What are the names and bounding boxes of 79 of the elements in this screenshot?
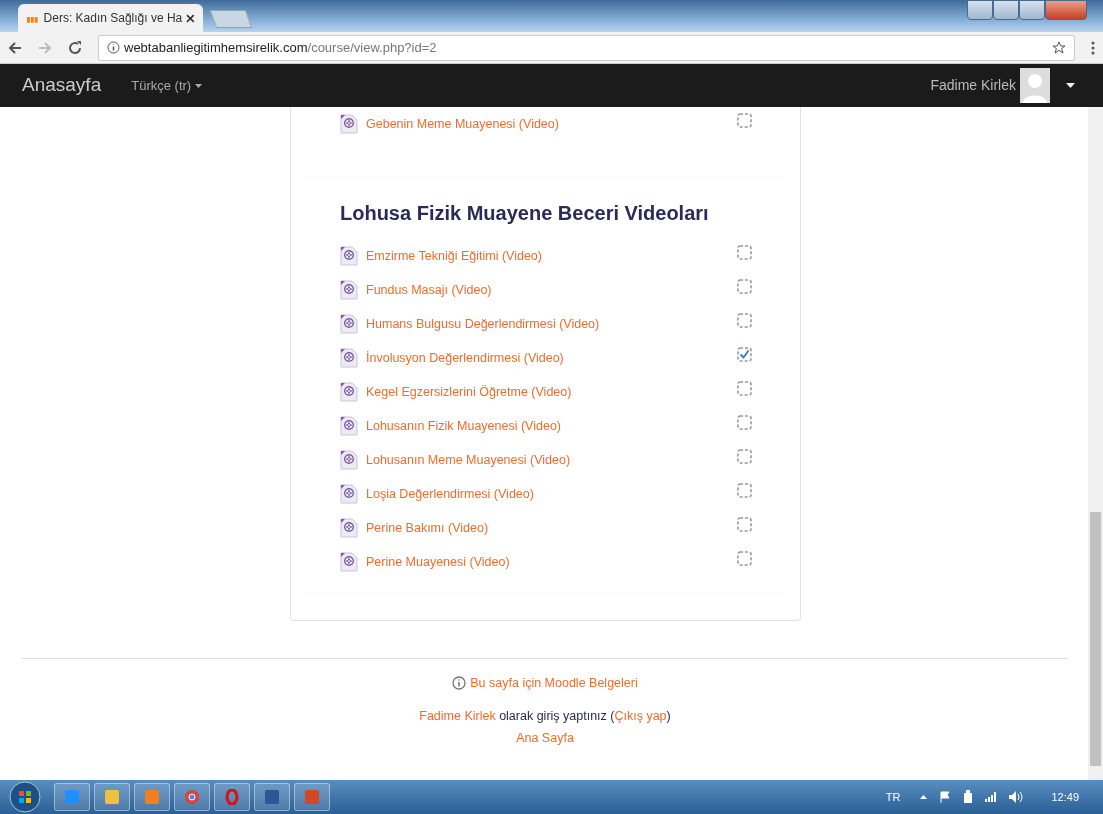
close-button[interactable] <box>1045 0 1087 20</box>
tab-title: Ders: Kadın Sağlığı ve Ha <box>43 10 183 27</box>
video-file-icon <box>340 450 358 470</box>
taskbar-button[interactable] <box>134 783 170 811</box>
video-file-icon <box>340 314 358 334</box>
caret-icon[interactable] <box>1066 83 1075 88</box>
url-path: /course/view.php?id=2 <box>307 39 437 55</box>
back-icon[interactable] <box>8 40 22 55</box>
completion-checkbox[interactable] <box>737 448 752 464</box>
volume-icon[interactable] <box>1009 791 1024 803</box>
info-icon <box>107 41 120 54</box>
maximize-button[interactable] <box>1019 0 1045 20</box>
logout-link[interactable]: Çıkış yap <box>614 708 667 723</box>
video-file-icon <box>340 552 358 572</box>
login-info: Fadime Kirlek olarak giriş yaptınız (Çıkış yap) <box>418 707 672 725</box>
taskbar-button[interactable] <box>54 783 90 811</box>
activity-link[interactable]: Lohusanın Meme Muayenesi (Video) <box>366 450 571 470</box>
taskbar-button[interactable] <box>174 783 210 811</box>
reload-icon[interactable] <box>68 40 82 55</box>
address-bar[interactable]: webtabanliegitimhemsirelik.com/course/view.php?id=2 <box>98 34 1075 61</box>
signal-icon[interactable] <box>985 792 998 802</box>
minimize-button[interactable] <box>993 0 1019 20</box>
completion-checkbox[interactable] <box>737 312 752 328</box>
browser-tab[interactable]: Ders: Kadın Sağlığı ve Ha <box>18 4 203 32</box>
taskbar-button[interactable] <box>214 783 250 811</box>
video-file-icon <box>340 348 358 368</box>
completion-checkbox[interactable] <box>737 244 752 260</box>
language-menu[interactable]: Türkçe (tr) <box>131 75 192 96</box>
activity-link[interactable]: Lohusanın Fizik Muayenesi (Video) <box>366 416 561 436</box>
activity-link[interactable]: Loşia Değerlendirmesi (Video) <box>366 484 534 504</box>
completion-checkbox[interactable] <box>737 380 752 396</box>
video-file-icon <box>340 382 358 402</box>
user-button[interactable] <box>967 0 993 20</box>
flag-icon[interactable] <box>939 791 952 803</box>
activity-link[interactable]: Fundus Masajı (Video) <box>366 280 492 300</box>
activity-link[interactable]: İnvolusyon Değerlendirmesi (Video) <box>366 348 564 368</box>
video-file-icon <box>340 484 358 504</box>
docs-link[interactable]: Bu sayfa için Moodle Belgeleri <box>470 674 638 693</box>
completion-checkbox[interactable] <box>737 278 752 294</box>
chrome-icon <box>184 789 200 805</box>
home-page-link[interactable]: Ana Sayfa <box>516 730 574 745</box>
video-file-icon <box>340 114 358 134</box>
home-link[interactable]: Anasayfa <box>22 71 102 100</box>
taskbar-button[interactable] <box>94 783 130 811</box>
video-file-icon <box>340 416 358 436</box>
activity-link[interactable]: Emzirme Tekniği Eğitimi (Video) <box>366 246 542 266</box>
video-file-icon <box>340 280 358 300</box>
caret-icon <box>195 83 203 88</box>
start-button[interactable] <box>8 781 42 813</box>
completion-checkbox[interactable] <box>737 414 752 430</box>
video-file-icon <box>340 246 358 266</box>
tray-arrow-icon[interactable] <box>920 795 928 799</box>
user-link[interactable]: Fadime Kirlek <box>419 708 496 723</box>
new-tab-button[interactable] <box>209 10 253 28</box>
activity-link[interactable]: Perine Bakımı (Video) <box>366 518 489 538</box>
scrollbar[interactable] <box>1088 107 1103 780</box>
url-host: webtabanliegitimhemsirelik.com <box>124 39 308 55</box>
completion-checkbox[interactable] <box>737 550 752 566</box>
video-file-icon <box>340 518 358 538</box>
user-menu[interactable]: Fadime Kirlek <box>930 75 1016 96</box>
section-title: Lohusa Fizik Muayene Beceri Videoları <box>340 201 710 225</box>
menu-icon[interactable] <box>1091 40 1095 55</box>
close-icon[interactable] <box>186 13 195 23</box>
star-icon[interactable] <box>1052 40 1066 55</box>
opera-icon <box>224 789 240 805</box>
activity-link[interactable]: Perine Muayenesi (Video) <box>366 552 510 572</box>
language-indicator[interactable]: TR <box>885 788 901 806</box>
completion-checkbox[interactable] <box>737 112 752 128</box>
activity-link[interactable]: Humans Bulgusu Değerlendirmesi (Video) <box>366 314 600 334</box>
taskbar-button[interactable] <box>294 783 330 811</box>
completion-checkbox[interactable] <box>737 516 752 532</box>
activity-link[interactable]: Kegel Egzersizlerini Öğretme (Video) <box>366 382 572 402</box>
activity-link[interactable]: Gebenin Meme Muayenesi (Video) <box>366 114 559 134</box>
info-icon <box>452 676 467 691</box>
completion-checkbox[interactable] <box>737 346 752 362</box>
forward-icon[interactable] <box>38 40 52 55</box>
taskbar-button[interactable] <box>254 783 290 811</box>
completion-checkbox[interactable] <box>737 482 752 498</box>
clock[interactable]: 12:49 <box>1051 788 1079 806</box>
